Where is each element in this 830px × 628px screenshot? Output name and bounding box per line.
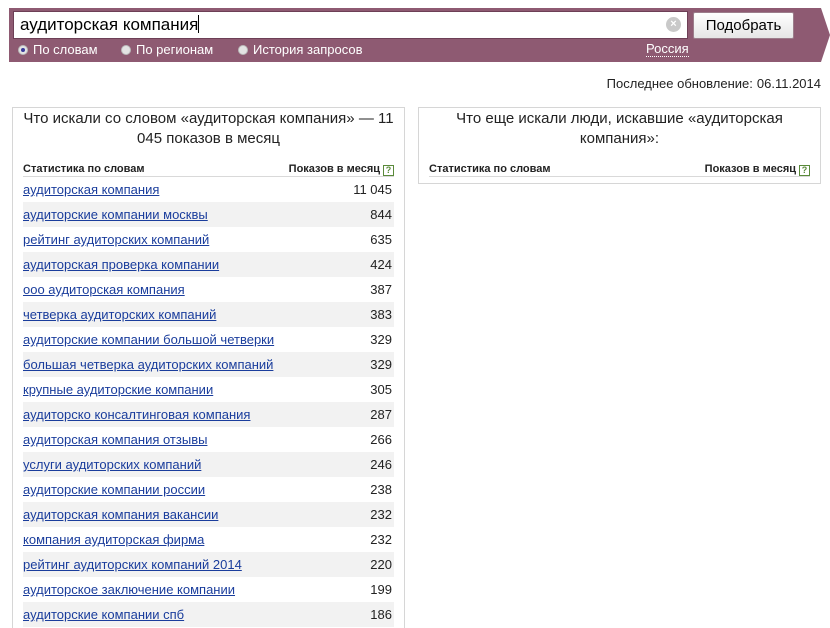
table-header: Статистика по словам Показов в месяц?	[23, 161, 394, 177]
keyword-link[interactable]: аудиторские компании большой четверки	[23, 327, 274, 352]
table-row: аудиторская компания отзывы 266	[23, 427, 394, 452]
last-updated-label: Последнее обновление:	[606, 76, 753, 91]
mode-label: По регионам	[136, 42, 214, 57]
table-row: аудиторско консалтинговая компания 287	[23, 402, 394, 427]
table-row: четверка аудиторских компаний 383	[23, 302, 394, 327]
impressions-count: 305	[370, 382, 392, 397]
table-row: аудиторская компания вакансии 232	[23, 502, 394, 527]
keyword-link[interactable]: крупные аудиторские компании	[23, 377, 213, 402]
results-list: аудиторская компания 11 045 аудиторские ко…	[23, 177, 394, 627]
search-bar-arrow	[821, 8, 830, 62]
mode-by-regions[interactable]: По регионам	[121, 42, 213, 57]
mode-history[interactable]: История запросов	[238, 42, 363, 57]
clear-icon[interactable]: ×	[666, 17, 681, 32]
keyword-link[interactable]: аудиторская проверка компании	[23, 252, 219, 277]
impressions-count: 287	[370, 407, 392, 422]
keyword-link[interactable]: аудиторская компания	[23, 177, 159, 202]
search-input[interactable]: аудиторская компания	[13, 11, 688, 39]
column-header-words: Статистика по словам	[429, 163, 551, 175]
impressions-count: 387	[370, 282, 392, 297]
table-row: услуги аудиторских компаний 246	[23, 452, 394, 477]
mode-label: По словам	[33, 42, 98, 57]
impressions-count: 635	[370, 232, 392, 247]
impressions-count: 232	[370, 507, 392, 522]
table-row: большая четверка аудиторских компаний 329	[23, 352, 394, 377]
radio-icon[interactable]	[121, 44, 131, 55]
region-link[interactable]: Россия	[646, 42, 689, 57]
last-updated-date: 06.11.2014	[756, 76, 821, 91]
impressions-count: 220	[370, 557, 392, 572]
table-row: аудиторское заключение компании 199	[23, 577, 394, 602]
table-row: аудиторские компании россии 238	[23, 477, 394, 502]
help-icon[interactable]: ?	[799, 165, 810, 176]
column-header-count: Показов в месяц?	[289, 161, 394, 176]
keyword-link[interactable]: аудиторские компании россии	[23, 477, 205, 502]
submit-button[interactable]: Подобрать	[693, 12, 794, 39]
keyword-link[interactable]: четверка аудиторских компаний	[23, 302, 216, 327]
table-row: рейтинг аудиторских компаний 2014 220	[23, 552, 394, 577]
mode-by-words[interactable]: По словам	[18, 42, 98, 57]
table-row: аудиторские компании спб 186	[23, 602, 394, 627]
table-row: компания аудиторская фирма 232	[23, 527, 394, 552]
keyword-link[interactable]: аудиторская компания отзывы	[23, 427, 207, 452]
table-row: рейтинг аудиторских компаний 635	[23, 227, 394, 252]
text-caret	[198, 15, 200, 33]
keyword-link[interactable]: аудиторско консалтинговая компания	[23, 402, 250, 427]
impressions-count: 246	[370, 457, 392, 472]
keyword-link[interactable]: аудиторское заключение компании	[23, 577, 235, 602]
table-row: аудиторская компания 11 045	[23, 177, 394, 202]
keyword-link[interactable]: услуги аудиторских компаний	[23, 452, 201, 477]
table-row: аудиторские компании большой четверки 329	[23, 327, 394, 352]
impressions-count: 232	[370, 532, 392, 547]
panel-title: Что еще искали люди, искавшие «аудиторск…	[456, 110, 783, 147]
keyword-link[interactable]: компания аудиторская фирма	[23, 527, 204, 552]
help-icon[interactable]: ?	[383, 165, 394, 176]
impressions-count: 329	[370, 332, 392, 347]
table-row: ооо аудиторская компания 387	[23, 277, 394, 302]
table-header: Статистика по словам Показов в месяц?	[429, 161, 810, 177]
column-header-count-label: Показов в месяц	[704, 163, 796, 175]
impressions-count: 199	[370, 582, 392, 597]
impressions-count: 383	[370, 307, 392, 322]
mode-label: История запросов	[253, 42, 363, 57]
radio-icon[interactable]	[18, 44, 28, 55]
keyword-link[interactable]: аудиторские компании москвы	[23, 202, 208, 227]
related-words-panel: Что искали со словом «аудиторская компан…	[12, 107, 405, 628]
impressions-count: 329	[370, 357, 392, 372]
panel-title: Что искали со словом «аудиторская компан…	[23, 110, 394, 147]
also-searched-panel: Что еще искали люди, искавшие «аудиторск…	[418, 107, 821, 184]
keyword-link[interactable]: большая четверка аудиторских компаний	[23, 352, 273, 377]
table-row: аудиторские компании москвы 844	[23, 202, 394, 227]
impressions-count: 238	[370, 482, 392, 497]
column-header-words: Статистика по словам	[23, 163, 145, 175]
column-header-count-label: Показов в месяц	[288, 163, 380, 175]
impressions-count: 266	[370, 432, 392, 447]
search-input-value: аудиторская компания	[20, 15, 199, 34]
keyword-link[interactable]: аудиторские компании спб	[23, 602, 184, 627]
table-row: аудиторская проверка компании 424	[23, 252, 394, 277]
keyword-link[interactable]: аудиторская компания вакансии	[23, 502, 218, 527]
impressions-count: 11 045	[353, 182, 392, 197]
impressions-count: 844	[370, 207, 392, 222]
keyword-link[interactable]: ооо аудиторская компания	[23, 277, 185, 302]
last-updated: Последнее обновление: 06.11.2014	[603, 76, 821, 91]
keyword-link[interactable]: рейтинг аудиторских компаний 2014	[23, 552, 242, 577]
table-row: крупные аудиторские компании 305	[23, 377, 394, 402]
radio-icon[interactable]	[238, 44, 248, 55]
impressions-count: 186	[370, 607, 392, 622]
impressions-count: 424	[370, 257, 392, 272]
keyword-link[interactable]: рейтинг аудиторских компаний	[23, 227, 209, 252]
column-header-count: Показов в месяц?	[705, 161, 810, 176]
